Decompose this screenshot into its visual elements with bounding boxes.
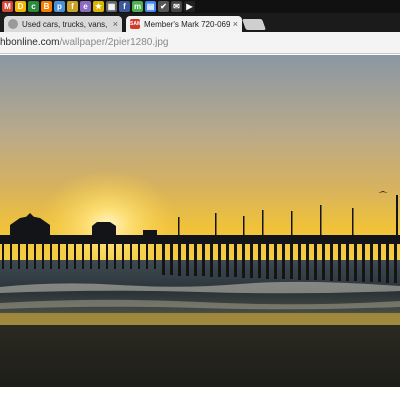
browser-window: M Dc Bp f e ★ ▦ f m ▤ ✔ ✉ ▶ Used cars, trucks, vans,…	[0, 0, 400, 400]
pier-piling	[154, 241, 156, 269]
pier-piling	[178, 241, 181, 276]
pier-piling	[234, 241, 237, 277]
play-icon[interactable]: ▶	[184, 1, 195, 12]
gmail-icon[interactable]: M	[2, 1, 13, 12]
pier-piling	[338, 241, 341, 281]
sams-club-icon: SAM	[130, 19, 142, 29]
blogger-icon[interactable]: B	[41, 1, 52, 12]
photos-icon[interactable]: p	[54, 1, 65, 12]
pier-piling	[202, 241, 205, 276]
pier-piling	[58, 241, 60, 269]
pier-piling	[242, 241, 245, 278]
pier-piling	[274, 241, 277, 279]
pier-piling	[194, 241, 197, 276]
pier-piling	[282, 241, 285, 279]
pier-piling	[250, 241, 253, 278]
url-domain: hbonline.com	[0, 37, 60, 48]
pier-piling	[370, 241, 373, 282]
pier-piling	[322, 241, 325, 280]
url-path: /wallpaper/2pier1280.jpg	[59, 37, 169, 48]
tab-used-cars[interactable]: Used cars, trucks, vans, su ×	[4, 16, 122, 32]
pier-piling	[170, 241, 173, 275]
pier-piling	[34, 241, 36, 269]
pier-piling	[106, 241, 108, 269]
new-tab-button[interactable]	[241, 19, 267, 30]
maps-icon[interactable]: m	[132, 1, 143, 12]
pier-piling	[82, 241, 84, 269]
facebook-icon[interactable]: f	[119, 1, 130, 12]
close-icon[interactable]: ×	[113, 19, 118, 29]
tab-title: Member's Mark 720-0691	[144, 19, 230, 29]
pier-piling	[66, 241, 68, 269]
pier-piling	[90, 241, 92, 269]
pier-piling	[298, 241, 301, 280]
pier-piling	[74, 241, 76, 269]
screen-area: M Dc Bp f e ★ ▦ f m ▤ ✔ ✉ ▶ Used cars, trucks, vans,…	[0, 0, 400, 387]
pier-piling	[346, 241, 349, 281]
tab-members-mark[interactable]: SAM Member's Mark 720-0691 ×	[126, 16, 242, 32]
pier-piling	[378, 241, 381, 282]
pier-piling	[394, 241, 397, 283]
pier-piling	[26, 241, 28, 269]
pier-piling	[226, 241, 229, 277]
sun-reflection	[0, 313, 400, 327]
pier-piling	[98, 241, 100, 269]
grid-icon[interactable]: ▦	[106, 1, 117, 12]
pier-piling	[218, 241, 221, 277]
pier-piling	[122, 241, 124, 269]
bookmark-bar: M Dc Bp f e ★ ▦ f m ▤ ✔ ✉ ▶	[0, 0, 400, 13]
pier-piling	[10, 241, 12, 269]
chrome-icon[interactable]: c	[28, 1, 39, 12]
calendar-icon[interactable]: ▤	[145, 1, 156, 12]
pier-piling	[18, 241, 20, 269]
pier-piling	[50, 241, 52, 269]
globe-icon	[8, 19, 18, 29]
pier-piling	[130, 241, 132, 269]
beach-sand	[0, 325, 400, 387]
star-icon[interactable]: ★	[93, 1, 104, 12]
tab-strip: Used cars, trucks, vans, su × SAM Member…	[0, 13, 400, 32]
drive-icon[interactable]: D	[15, 1, 26, 12]
tab-title: Used cars, trucks, vans, su	[22, 19, 110, 29]
pier-piling	[314, 241, 317, 280]
pier-piling	[138, 241, 140, 269]
extension-icon[interactable]: e	[80, 1, 91, 12]
pier-piling	[258, 241, 261, 278]
pier-piling	[42, 241, 44, 269]
pier-piling	[330, 241, 333, 281]
pier-piling	[2, 241, 4, 269]
pier-piling	[386, 241, 389, 283]
mail-icon[interactable]: ✉	[171, 1, 182, 12]
folder-icon[interactable]: f	[67, 1, 78, 12]
pier-piling	[266, 241, 269, 279]
pier-piling	[210, 241, 213, 277]
image-viewport	[0, 55, 400, 387]
pier-piling	[290, 241, 293, 279]
pier-piling	[306, 241, 309, 280]
pier-piling	[186, 241, 189, 276]
close-icon[interactable]: ×	[233, 19, 238, 29]
pier-piling	[362, 241, 365, 282]
pier-piling	[146, 241, 148, 269]
pier-sunset-photo	[0, 55, 400, 387]
checkmark-icon[interactable]: ✔	[158, 1, 169, 12]
pier-piling	[162, 241, 165, 275]
pier-piling	[114, 241, 116, 269]
url-text[interactable]: hbonline.com/wallpaper/2pier1280.jpg	[0, 37, 168, 48]
address-bar[interactable]: hbonline.com/wallpaper/2pier1280.jpg	[0, 32, 400, 54]
pier-piling	[354, 241, 357, 281]
